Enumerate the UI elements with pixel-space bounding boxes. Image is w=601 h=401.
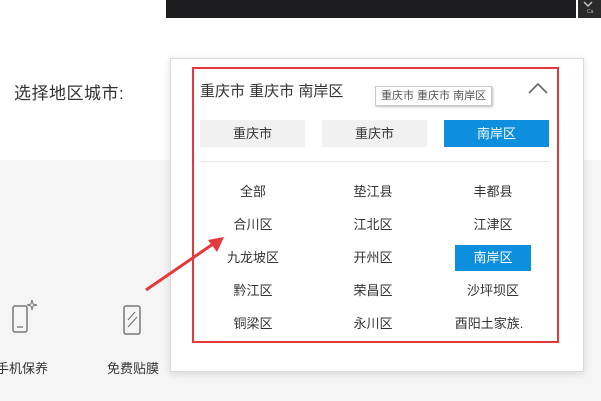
region-label: 选择地区城市:	[14, 84, 125, 103]
district-option[interactable]: 酉阳土家族.	[443, 311, 535, 337]
service-screen-film[interactable]: 免费贴膜	[93, 300, 173, 377]
screen-film-icon	[123, 305, 141, 335]
service-phone-care[interactable]: 手机保养	[0, 300, 62, 377]
district-option[interactable]: 全部	[207, 179, 299, 205]
district-option[interactable]: 丰都县	[447, 179, 539, 205]
district-option[interactable]: 合川区	[207, 212, 299, 238]
banner-image	[166, 0, 576, 18]
service-label: 免费贴膜	[106, 361, 159, 376]
popup-divider	[199, 161, 550, 162]
district-option[interactable]: 沙坪坝区	[447, 278, 539, 304]
district-option[interactable]: 永川区	[327, 311, 419, 337]
district-option[interactable]: 黔江区	[207, 278, 299, 304]
level-tab-province[interactable]: 重庆市	[200, 120, 305, 147]
district-option[interactable]: 垫江县	[327, 179, 419, 205]
level-tab-city[interactable]: 重庆市	[322, 120, 427, 147]
service-label: 手机保养	[0, 361, 48, 376]
level-tab-district[interactable]: 南岸区	[444, 120, 549, 147]
district-option[interactable]: 铜梁区	[207, 311, 299, 337]
chevron-up-icon[interactable]	[527, 80, 549, 96]
top-banner-strip: Ca	[0, 0, 601, 18]
district-option[interactable]: 九龙坡区	[207, 245, 299, 271]
district-option-selected[interactable]: 南岸区	[455, 245, 531, 271]
district-option[interactable]: 江北区	[327, 212, 419, 238]
district-option[interactable]: 开州区	[327, 245, 419, 271]
selected-region-path: 重庆市 重庆市 南岸区	[200, 83, 344, 100]
district-option[interactable]: 江津区	[447, 212, 539, 238]
region-tooltip: 重庆市 重庆市 南岸区	[375, 86, 493, 106]
phone-care-icon	[12, 300, 38, 333]
district-option[interactable]: 荣昌区	[327, 278, 419, 304]
banner-corner-text: Ca	[587, 9, 594, 15]
